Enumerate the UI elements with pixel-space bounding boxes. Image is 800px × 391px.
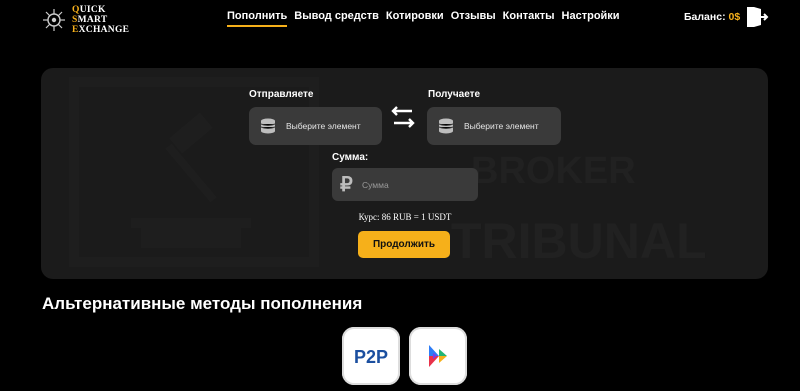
exchange-card: BROKER TRIBUNAL Отправляете Получаете Вы… [41, 68, 768, 279]
balance-label: Баланс: [684, 11, 729, 23]
send-select-text: Выберите элемент [286, 121, 361, 131]
logout-icon[interactable] [745, 5, 769, 29]
watermark-line2: TRIBUNAL [451, 213, 707, 269]
coin-stack-icon [438, 118, 454, 134]
sum-label: Сумма: [332, 152, 369, 163]
balance: Баланс: 0$ [684, 11, 740, 23]
nav-item-contacts[interactable]: Контакты [503, 10, 555, 27]
p2p-method-button[interactable]: P2P [342, 327, 400, 385]
nav-item-withdraw[interactable]: Вывод средств [294, 10, 379, 27]
receive-select-text: Выберите элемент [464, 121, 539, 131]
nav-item-reviews[interactable]: Отзывы [451, 10, 496, 27]
main-nav: Пополнить Вывод средств Котировки Отзывы… [227, 10, 620, 27]
nav-item-quotes[interactable]: Котировки [386, 10, 444, 27]
logo-chip-icon [43, 9, 65, 31]
top-bar: QUICK SMART EXCHANGE Пополнить Вывод сре… [0, 0, 800, 38]
send-label: Отправляете [249, 89, 314, 100]
ruble-icon: ₽ [340, 174, 353, 196]
play-method-button[interactable] [409, 327, 467, 385]
logo[interactable]: QUICK SMART EXCHANGE [42, 5, 129, 35]
exchange-rate: Курс: 86 RUB = 1 USDT [358, 212, 452, 222]
alt-methods-title: Альтернативные методы пополнения [42, 294, 363, 313]
swap-arrows-icon[interactable] [388, 105, 418, 129]
logo-text: QUICK SMART EXCHANGE [72, 5, 130, 35]
continue-button[interactable]: Продолжить [358, 231, 450, 258]
play-logo-icon [429, 345, 447, 367]
receive-currency-select[interactable]: Выберите элемент [427, 107, 561, 145]
coin-stack-icon [260, 118, 276, 134]
p2p-text: P2P [354, 347, 388, 367]
sum-field: ₽ [332, 168, 478, 201]
nav-item-deposit[interactable]: Пополнить [227, 10, 288, 27]
send-currency-select[interactable]: Выберите элемент [249, 107, 382, 145]
sum-input[interactable] [362, 179, 462, 190]
watermark-line1: BROKER [471, 150, 636, 192]
nav-item-settings[interactable]: Настройки [562, 10, 620, 27]
balance-value: 0$ [728, 11, 741, 23]
p2p-icon: P2P [354, 347, 388, 367]
receive-label: Получаете [428, 89, 481, 100]
